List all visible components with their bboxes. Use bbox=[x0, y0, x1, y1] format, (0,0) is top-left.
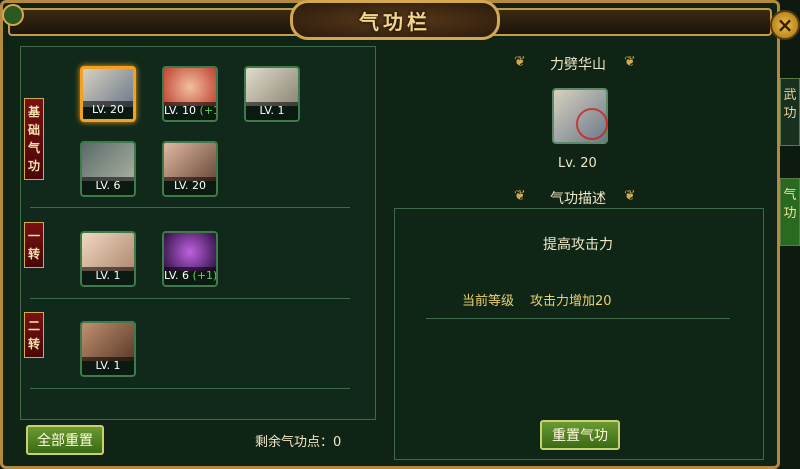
window-title: 气功栏 bbox=[359, 9, 431, 34]
blade-hand-icon bbox=[82, 323, 134, 361]
category-divider bbox=[30, 207, 350, 208]
category-divider bbox=[30, 388, 350, 389]
skill-level: LV. 6 bbox=[82, 177, 134, 195]
open-palm-icon bbox=[82, 233, 134, 271]
category-basic: 基础气功 bbox=[24, 98, 44, 180]
category-divider bbox=[30, 298, 350, 299]
skill-level: LV. 1 bbox=[82, 267, 134, 285]
skill-slot[interactable]: LV. 1 bbox=[80, 231, 136, 287]
skill-slot[interactable]: LV. 6 bbox=[80, 141, 136, 197]
skill-level: LV. 1 bbox=[246, 102, 298, 120]
cloud-ornament-icon: ❦ bbox=[514, 188, 526, 204]
cloud-ornament-icon: ❦ bbox=[514, 54, 526, 70]
seal-stamp-icon bbox=[576, 108, 608, 140]
armor-body-icon bbox=[82, 143, 134, 181]
skill-slot[interactable]: LV. 1 bbox=[80, 321, 136, 377]
skill-slot[interactable]: LV. 10 (+1) bbox=[162, 66, 218, 122]
current-level-effect: 攻击力增加20 bbox=[530, 294, 612, 309]
reset-skill-button[interactable]: 重置气功 bbox=[540, 420, 620, 450]
current-level-label: 当前等级 bbox=[462, 294, 515, 309]
purple-orb-icon bbox=[164, 233, 216, 271]
category-second-rebirth: 二转 bbox=[24, 312, 44, 358]
category-first-rebirth: 一转 bbox=[24, 222, 44, 268]
skill-slot-lipi-huashan[interactable]: LV. 20 bbox=[80, 66, 136, 122]
side-tab-martial[interactable]: 武功 bbox=[780, 78, 800, 146]
skill-slot[interactable]: LV. 6 (+1) bbox=[162, 231, 218, 287]
description-header: 气功描述 bbox=[550, 191, 606, 207]
selected-skill-level: Lv. 20 bbox=[558, 156, 597, 171]
reset-all-button[interactable]: 全部重置 bbox=[26, 425, 104, 455]
close-button[interactable]: × bbox=[770, 10, 800, 40]
description-divider bbox=[426, 318, 730, 319]
skill-level: LV. 20 bbox=[83, 101, 133, 119]
skill-description: 提高攻击力 bbox=[543, 237, 613, 253]
skill-level: LV. 20 bbox=[164, 177, 216, 195]
skill-slot[interactable]: LV. 1 bbox=[244, 66, 300, 122]
skill-level: LV. 6 (+1) bbox=[164, 267, 216, 285]
cloud-ornament-icon: ❦ bbox=[624, 188, 636, 204]
skill-name: 力劈华山 bbox=[550, 57, 606, 73]
corner-ornament-icon bbox=[2, 4, 24, 26]
burst-strike-icon bbox=[164, 68, 216, 106]
sword-hand-icon bbox=[246, 68, 298, 106]
skill-slot[interactable]: LV. 20 bbox=[162, 141, 218, 197]
warrior-portrait-icon bbox=[164, 143, 216, 181]
remaining-points: 剩余气功点：0 bbox=[255, 435, 342, 450]
side-tab-qigong[interactable]: 气功 bbox=[780, 178, 800, 246]
window-title-plaque: 气功栏 bbox=[290, 0, 500, 40]
cloud-ornament-icon: ❦ bbox=[624, 54, 636, 70]
skill-level: LV. 1 bbox=[82, 357, 134, 375]
skill-level: LV. 10 (+1) bbox=[164, 102, 216, 120]
